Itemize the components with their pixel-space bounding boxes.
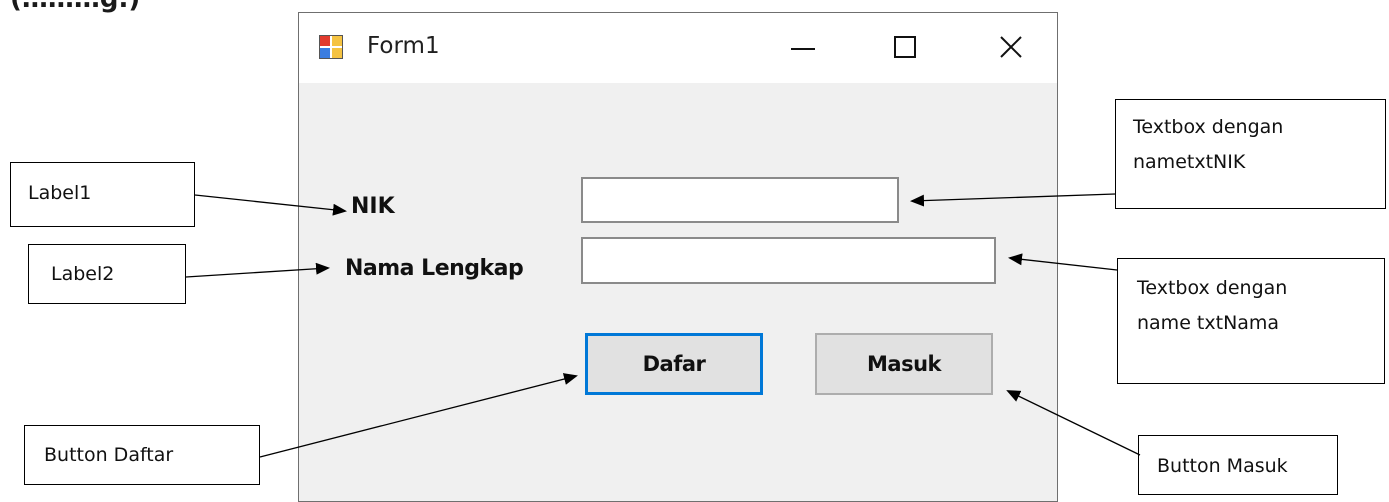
close-icon [1000,36,1022,58]
label-nama-lengkap: Nama Lengkap [345,256,524,281]
form-app-icon [319,35,343,59]
callout-button-masuk: Button Masuk [1138,435,1338,495]
minimize-button[interactable] [777,25,827,71]
daftar-button[interactable]: Dafar [585,333,763,395]
partial-heading-text: (………g.) [10,0,140,14]
maximize-icon [894,36,916,58]
callout-label2: Label2 [28,244,186,304]
txt-nik-input[interactable] [581,177,899,223]
maximize-button[interactable] [881,25,931,71]
callout-text: nametxtNIK [1133,151,1246,173]
form1-window: Form1 NIK Nama Lengkap Dafar Masuk [298,12,1058,502]
txt-nama-input[interactable] [581,237,996,284]
masuk-button[interactable]: Masuk [815,333,993,395]
callout-text: Label2 [51,263,115,285]
callout-text: Label1 [28,182,92,204]
close-button[interactable] [987,25,1037,71]
minimize-icon [791,48,815,50]
callout-text: name txtNama [1137,312,1280,334]
window-title: Form1 [367,33,440,59]
callout-text: Button Masuk [1157,455,1288,477]
title-bar[interactable]: Form1 [299,13,1057,83]
callout-button-daftar: Button Daftar [24,425,260,485]
label-nik: NIK [351,194,395,219]
callout-text: Button Daftar [44,444,174,466]
callout-text: Textbox dengan [1133,116,1284,138]
callout-textbox-nama: Textbox dengan name txtNama [1117,258,1385,384]
callout-label1: Label1 [10,162,195,227]
callout-textbox-nik: Textbox dengan nametxtNIK [1115,99,1386,209]
callout-text: Textbox dengan [1137,277,1288,299]
